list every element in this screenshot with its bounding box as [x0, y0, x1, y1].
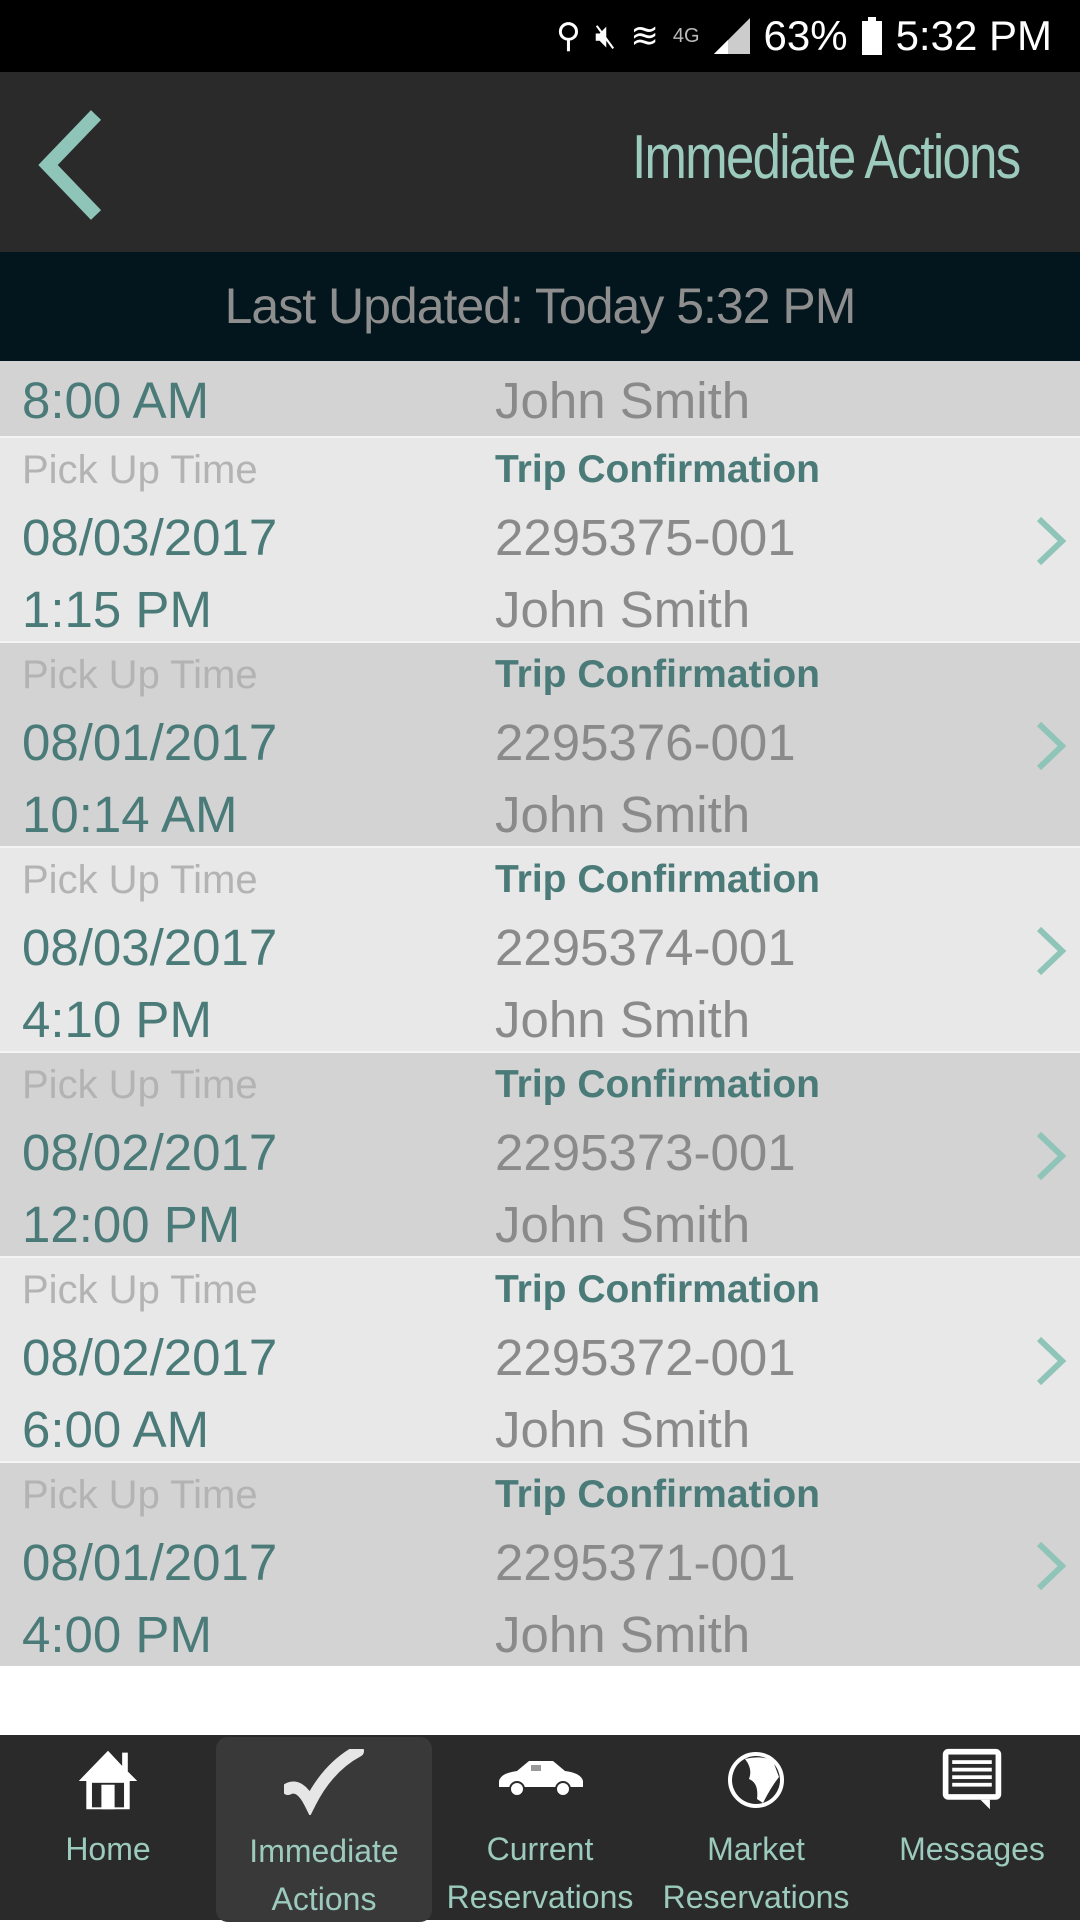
network-type: 4G	[672, 24, 700, 47]
nav-tab-messages[interactable]: Messages	[864, 1735, 1080, 1920]
pickup-label: Pick Up Time	[22, 1063, 258, 1107]
pickup-label: Pick Up Time	[22, 1473, 258, 1517]
trip-row[interactable]: Pick Up Time Trip Confirmation 08/03/201…	[0, 846, 1080, 1051]
nav-label: Actions	[271, 1881, 377, 1917]
globe-icon	[648, 1747, 864, 1813]
pickup-date: 08/02/2017	[22, 1124, 278, 1181]
confirmation-label: Trip Confirmation	[495, 858, 820, 901]
chevron-right-icon[interactable]	[1034, 721, 1068, 771]
pickup-label: Pick Up Time	[22, 448, 258, 492]
status-bar: ⚲ 🔇︎ ≋ 4G 63% 5:32 PM	[0, 0, 1080, 72]
confirmation-label: Trip Confirmation	[495, 653, 820, 696]
clock: 5:32 PM	[895, 12, 1052, 59]
chevron-right-icon[interactable]	[1034, 516, 1068, 566]
pickup-date: 08/03/2017	[22, 509, 278, 566]
trip-row[interactable]: Pick Up Time Trip Confirmation 08/02/201…	[0, 1256, 1080, 1461]
confirmation-number: 2295376-001	[495, 714, 796, 771]
pickup-time: 6:00 AM	[22, 1401, 210, 1458]
passenger-name: John Smith	[495, 581, 751, 638]
confirmation-label: Trip Confirmation	[495, 1268, 820, 1311]
page-title: Immediate Actions	[632, 123, 1021, 192]
battery-percent: 63%	[763, 12, 848, 59]
pickup-time: 4:10 PM	[22, 991, 212, 1048]
trip-row[interactable]: Pick Up Time Trip Confirmation 08/01/201…	[0, 1461, 1080, 1666]
pickup-time: 10:14 AM	[22, 786, 238, 843]
chevron-right-icon[interactable]	[1034, 1541, 1068, 1591]
trip-row-partial[interactable]: 8:00 AM John Smith	[0, 361, 1080, 436]
pickup-date: 08/03/2017	[22, 919, 278, 976]
nav-tab-market[interactable]: Market Reservations	[648, 1735, 864, 1920]
passenger-name: John Smith	[495, 1196, 751, 1253]
confirmation-number: 2295372-001	[495, 1329, 796, 1386]
passenger-name: John Smith	[495, 991, 751, 1048]
nav-label: Market	[707, 1831, 805, 1867]
passenger-name: John Smith	[495, 1401, 751, 1458]
nav-label: Immediate	[249, 1833, 399, 1869]
wifi-icon: ≋	[630, 17, 659, 55]
nav-label: Current	[486, 1831, 594, 1867]
chevron-right-icon[interactable]	[1034, 1336, 1068, 1386]
last-updated-banner: Last Updated: Today 5:32 PM	[0, 252, 1080, 361]
nav-tab-immediate[interactable]: Immediate Actions	[216, 1737, 432, 1922]
nav-label: Reservations	[446, 1879, 634, 1915]
passenger-name: John Smith	[495, 1606, 751, 1663]
pickup-date: 08/01/2017	[22, 1534, 278, 1591]
chevron-right-icon[interactable]	[1034, 926, 1068, 976]
nav-label: Home	[65, 1831, 151, 1867]
confirmation-label: Trip Confirmation	[495, 1473, 820, 1516]
confirmation-label: Trip Confirmation	[495, 448, 820, 491]
pickup-date: 08/01/2017	[22, 714, 278, 771]
pickup-time: 12:00 PM	[22, 1196, 241, 1253]
message-icon	[864, 1747, 1080, 1813]
passenger-name: John Smith	[495, 372, 751, 429]
trip-row[interactable]: Pick Up Time Trip Confirmation 08/03/201…	[0, 436, 1080, 641]
pickup-time: 4:00 PM	[22, 1606, 212, 1663]
trip-row[interactable]: Pick Up Time Trip Confirmation 08/01/201…	[0, 641, 1080, 846]
pickup-time: 1:15 PM	[22, 581, 212, 638]
confirmation-number: 2295371-001	[495, 1534, 796, 1591]
back-button[interactable]	[36, 110, 106, 220]
confirmation-number: 2295374-001	[495, 919, 796, 976]
trip-row[interactable]: Pick Up Time Trip Confirmation 08/02/201…	[0, 1051, 1080, 1256]
checkmark-icon	[216, 1749, 432, 1815]
home-icon	[0, 1747, 216, 1813]
pickup-label: Pick Up Time	[22, 858, 258, 902]
confirmation-number: 2295375-001	[495, 509, 796, 566]
pickup-date: 08/02/2017	[22, 1329, 278, 1386]
passenger-name: John Smith	[495, 786, 751, 843]
confirmation-label: Trip Confirmation	[495, 1063, 820, 1106]
pickup-label: Pick Up Time	[22, 653, 258, 697]
battery-icon	[861, 17, 882, 55]
chevron-right-icon[interactable]	[1034, 1131, 1068, 1181]
location-icon: ⚲	[556, 17, 581, 55]
trip-time: 8:00 AM	[22, 372, 210, 429]
signal-icon	[713, 18, 750, 54]
pickup-label: Pick Up Time	[22, 1268, 258, 1312]
app-header: Immediate Actions	[0, 72, 1080, 252]
nav-tab-current[interactable]: Current Reservations	[432, 1735, 648, 1920]
mute-icon: 🔇︎	[594, 16, 617, 55]
nav-tab-home[interactable]: Home	[0, 1735, 216, 1920]
nav-label: Reservations	[662, 1879, 850, 1915]
confirmation-number: 2295373-001	[495, 1124, 796, 1181]
nav-label: Messages	[899, 1831, 1045, 1867]
car-icon	[432, 1747, 648, 1813]
bottom-nav: Home Immediate Actions Current Reservations M…	[0, 1735, 1080, 1922]
